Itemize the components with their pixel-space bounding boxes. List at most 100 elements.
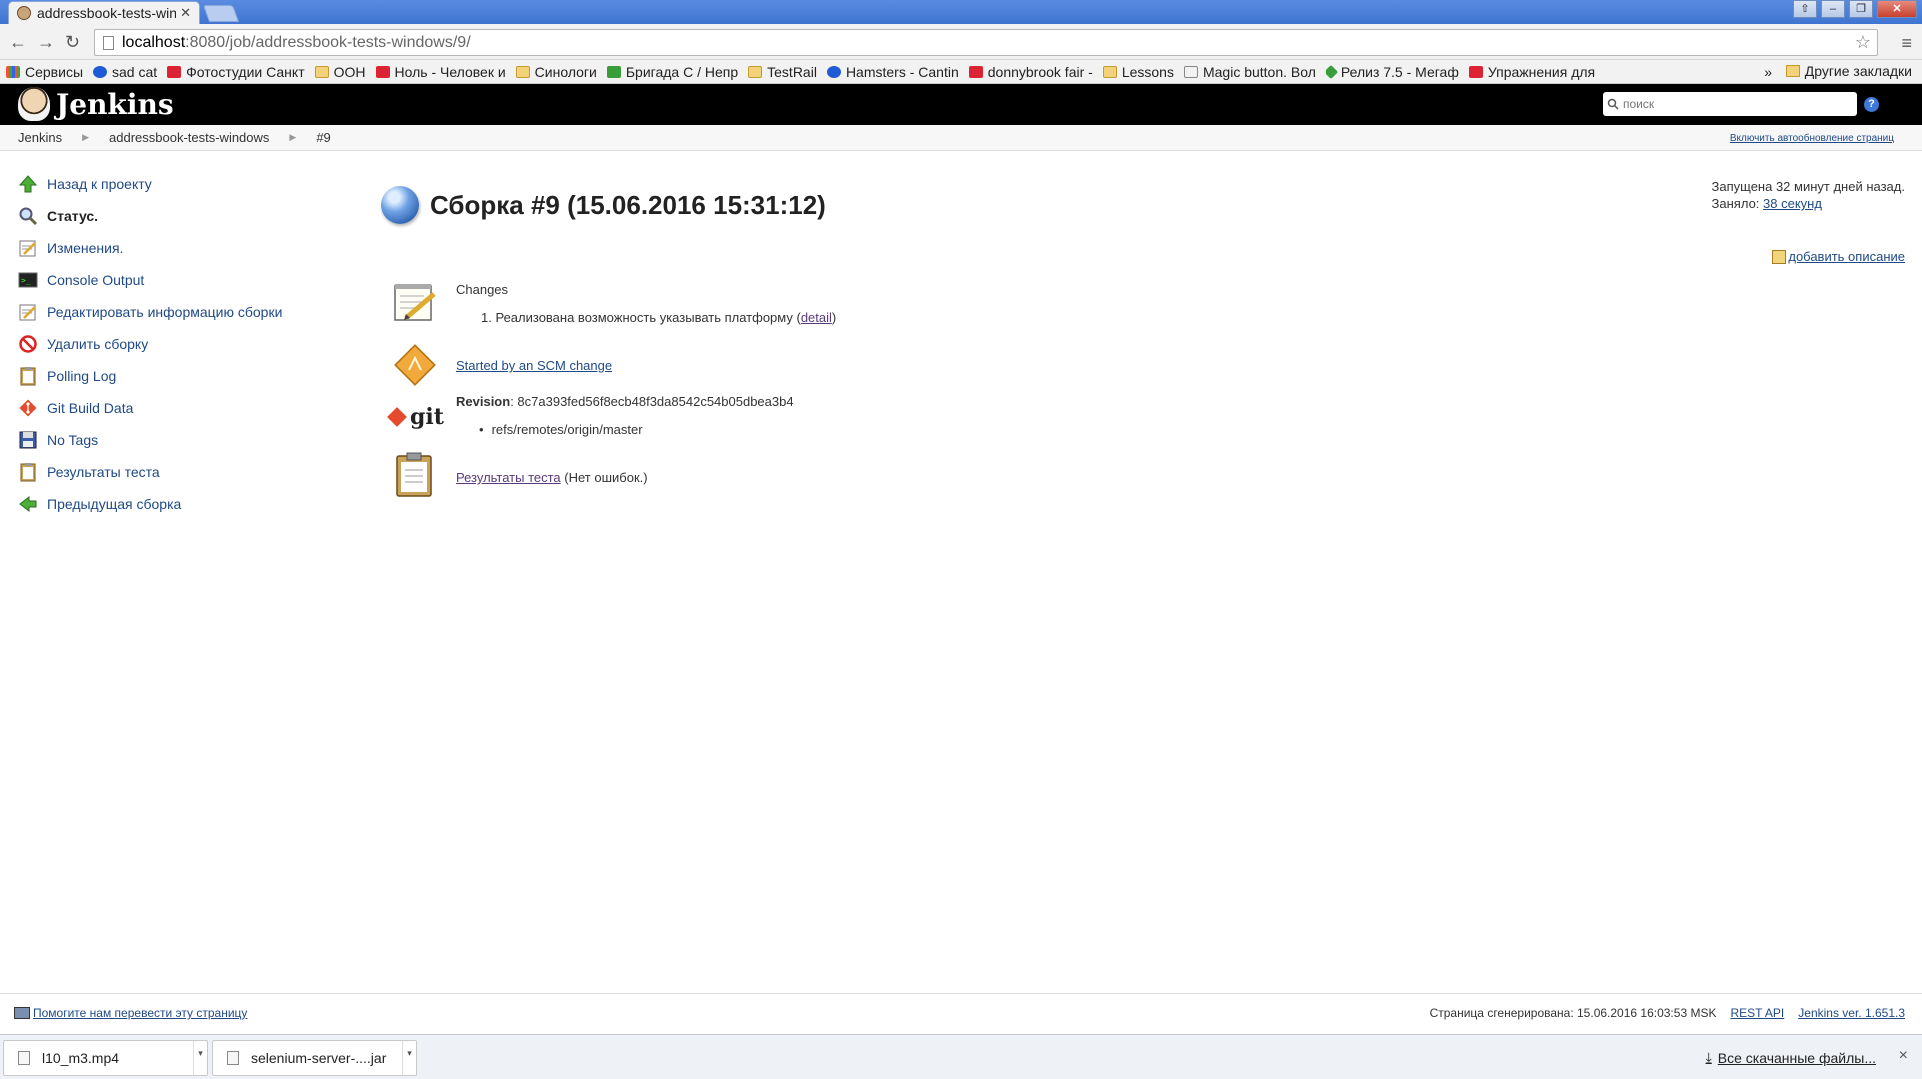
jenkins-butler-logo-icon[interactable]: [18, 87, 50, 121]
browser-tab[interactable]: addressbook-tests-windows ✕: [8, 1, 200, 24]
side-edit-build-info[interactable]: Редактировать информацию сборки: [18, 296, 338, 328]
file-icon: [18, 1051, 30, 1065]
bookmark-item[interactable]: Релиз 7.5 - Мегаф: [1325, 64, 1459, 80]
duration-link[interactable]: 38 секунд: [1763, 196, 1822, 211]
apps-grid-icon: [6, 65, 20, 78]
folder-icon: [314, 65, 329, 78]
bookmark-item[interactable]: Magic button. Вол: [1183, 64, 1316, 80]
side-changes[interactable]: Изменения.: [18, 232, 338, 264]
change-detail-link[interactable]: detail: [801, 310, 832, 325]
breadcrumb-separator-icon: ▶: [82, 132, 89, 142]
search-input[interactable]: [1623, 97, 1843, 111]
bookmarks-bar: Сервисы sad cat Фотостудии Санкт ООН Нол…: [0, 60, 1922, 84]
page-icon: [1183, 65, 1198, 78]
folder-icon: [1785, 65, 1800, 77]
change-item: 1. Реализована возможность указывать пла…: [481, 310, 837, 325]
side-polling-log[interactable]: Polling Log: [18, 360, 338, 392]
started-by-scm-link[interactable]: Started by an SCM change: [456, 358, 612, 373]
download-filename: l10_m3.mp4: [42, 1050, 120, 1066]
bookmark-item[interactable]: TestRail: [748, 64, 817, 80]
bookmark-item[interactable]: Hamsters - Cantin: [826, 64, 959, 80]
test-results-note: (Нет ошибок.): [564, 470, 648, 485]
test-results-line: Результаты теста (Нет ошибок.): [456, 470, 648, 485]
window-pin-button[interactable]: ⇧: [1793, 0, 1817, 18]
page-icon: [103, 35, 114, 50]
took-line: Заняло: 38 секунд: [1712, 195, 1905, 212]
side-item-label: Удалить сборку: [47, 336, 149, 352]
jenkins-title[interactable]: Jenkins: [56, 88, 174, 121]
back-arrow-icon[interactable]: ←: [9, 32, 27, 53]
add-description-link[interactable]: добавить описание: [1788, 249, 1905, 264]
help-icon[interactable]: ?: [1864, 97, 1879, 112]
download-item[interactable]: selenium-server-....jar ▾: [212, 1040, 417, 1076]
side-test-results[interactable]: Результаты теста: [18, 456, 338, 488]
bookmark-star-icon[interactable]: ☆: [1855, 32, 1871, 53]
window-maximize-button[interactable]: ❐: [1849, 0, 1873, 18]
window-minimize-button[interactable]: –: [1821, 0, 1845, 18]
breadcrumb-job[interactable]: addressbook-tests-windows: [109, 130, 269, 145]
side-status[interactable]: Статус.: [18, 200, 338, 232]
download-icon: ⤓: [1705, 1049, 1712, 1065]
bookmark-item[interactable]: Сервисы: [6, 64, 83, 80]
bookmark-label: Lessons: [1121, 63, 1174, 80]
bookmark-item[interactable]: Lessons: [1102, 63, 1174, 80]
search-box[interactable]: [1603, 92, 1857, 116]
change-number: 1.: [481, 310, 492, 325]
address-bar[interactable]: localhost:8080/job/addressbook-tests-win…: [94, 29, 1878, 56]
bookmark-item[interactable]: Фотостудии Санкт: [167, 64, 305, 80]
other-bookmarks-label: Другие закладки: [1804, 63, 1912, 79]
side-previous-build[interactable]: Предыдущая сборка: [18, 488, 338, 520]
other-bookmarks[interactable]: Другие закладки: [1785, 63, 1912, 79]
rest-api-link[interactable]: REST API: [1730, 1006, 1784, 1020]
side-console-output[interactable]: >_ Console Output: [18, 264, 338, 296]
bookmark-label: Упражнения для: [1487, 63, 1596, 80]
side-no-tags[interactable]: No Tags: [18, 424, 338, 456]
sr-icon: [167, 65, 182, 78]
circle-c-icon: [93, 65, 108, 78]
side-item-label: Изменения.: [47, 240, 124, 256]
bookmarks-overflow-button[interactable]: »: [1764, 64, 1772, 80]
bookmark-item[interactable]: donnybrook fair -: [968, 64, 1093, 80]
build-status-ball-icon: [381, 186, 419, 224]
download-item[interactable]: l10_m3.mp4 ▾: [3, 1040, 208, 1076]
window-close-button[interactable]: ✕: [1877, 0, 1917, 18]
bookmark-item[interactable]: sad cat: [93, 64, 157, 80]
download-menu-arrow-icon[interactable]: ▾: [402, 1041, 416, 1075]
side-delete-build[interactable]: Удалить сборку: [18, 328, 338, 360]
breadcrumb-jenkins[interactable]: Jenkins: [18, 130, 62, 145]
breadcrumb-build[interactable]: #9: [316, 130, 330, 145]
bookmark-item[interactable]: Бригада С / Непр: [606, 63, 739, 80]
close-tab-icon[interactable]: ✕: [180, 5, 191, 21]
all-downloads-link[interactable]: ⤓ Все скачанные файлы...: [1706, 1049, 1876, 1066]
side-item-label: Предыдущая сборка: [47, 496, 182, 512]
side-item-label: No Tags: [47, 432, 99, 448]
enable-autorefresh-link[interactable]: Включить автообновление страниц: [1730, 133, 1894, 144]
bookmark-item[interactable]: Ноль - Человек и: [375, 64, 506, 80]
bookmark-item[interactable]: ООН: [314, 64, 366, 80]
url-host: localhost: [122, 33, 186, 51]
bookmark-item[interactable]: Упражнения для: [1468, 63, 1596, 80]
jenkins-version-link[interactable]: Jenkins ver. 1.651.3: [1798, 1006, 1905, 1020]
download-shelf: l10_m3.mp4 ▾ selenium-server-....jar ▾ ⤓…: [0, 1034, 1922, 1079]
breadcrumb: Jenkins ▶ addressbook-tests-windows ▶ #9…: [0, 125, 1922, 151]
bookmark-label: Бригада С / Непр: [625, 63, 739, 80]
translate-link[interactable]: Помогите нам перевести эту страницу: [33, 1006, 247, 1020]
side-git-build-data[interactable]: Git Build Data: [18, 392, 338, 424]
forward-arrow-icon[interactable]: →: [37, 32, 55, 53]
side-back-to-project[interactable]: Назад к проекту: [18, 168, 338, 200]
page-footer: Помогите нам перевести эту страницу Стра…: [0, 993, 1922, 1028]
close-shelf-icon[interactable]: ×: [1899, 1047, 1908, 1065]
reload-icon[interactable]: ↻: [65, 32, 80, 53]
side-item-label: Результаты теста: [47, 464, 160, 480]
test-results-link[interactable]: Результаты теста: [456, 470, 561, 485]
bookmark-item[interactable]: Синологи: [515, 64, 597, 80]
clipboard-icon: [20, 463, 36, 482]
youtube-icon: [968, 65, 983, 78]
chrome-menu-icon[interactable]: ≡: [1901, 33, 1912, 54]
add-description[interactable]: добавить описание: [1772, 249, 1905, 264]
translate-help[interactable]: Помогите нам перевести эту страницу: [14, 1006, 247, 1020]
url-path: :8080/job/addressbook-tests-windows/9/: [185, 33, 471, 51]
new-tab-button[interactable]: [202, 5, 240, 22]
circle-c-icon: [826, 65, 841, 78]
download-menu-arrow-icon[interactable]: ▾: [193, 1041, 207, 1075]
